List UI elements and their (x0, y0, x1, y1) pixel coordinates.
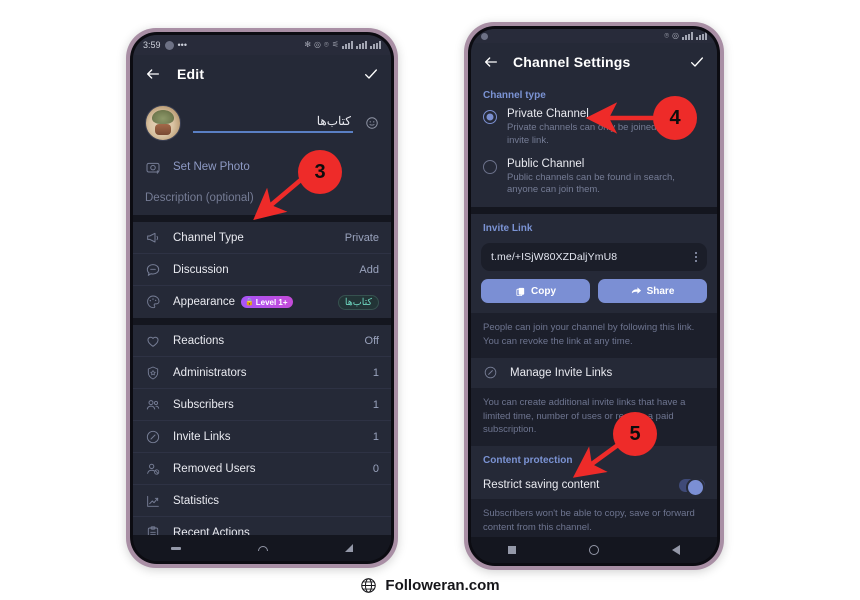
arrow-5 (572, 440, 624, 478)
annotation-arrows (253, 102, 658, 478)
arrow-3 (253, 176, 305, 221)
screenshot-stage: 3:59 ••• ✻ ◎ ⌾ ⚟ (0, 0, 860, 600)
annotation-marker-5: 5 (613, 412, 657, 456)
footer-brand: Followeran.com (385, 577, 500, 594)
globe-icon (361, 578, 377, 593)
annotation-marker-3: 3 (298, 150, 342, 194)
footer-watermark: Followeran.com (0, 577, 860, 594)
annotation-marker-4: 4 (653, 96, 697, 140)
